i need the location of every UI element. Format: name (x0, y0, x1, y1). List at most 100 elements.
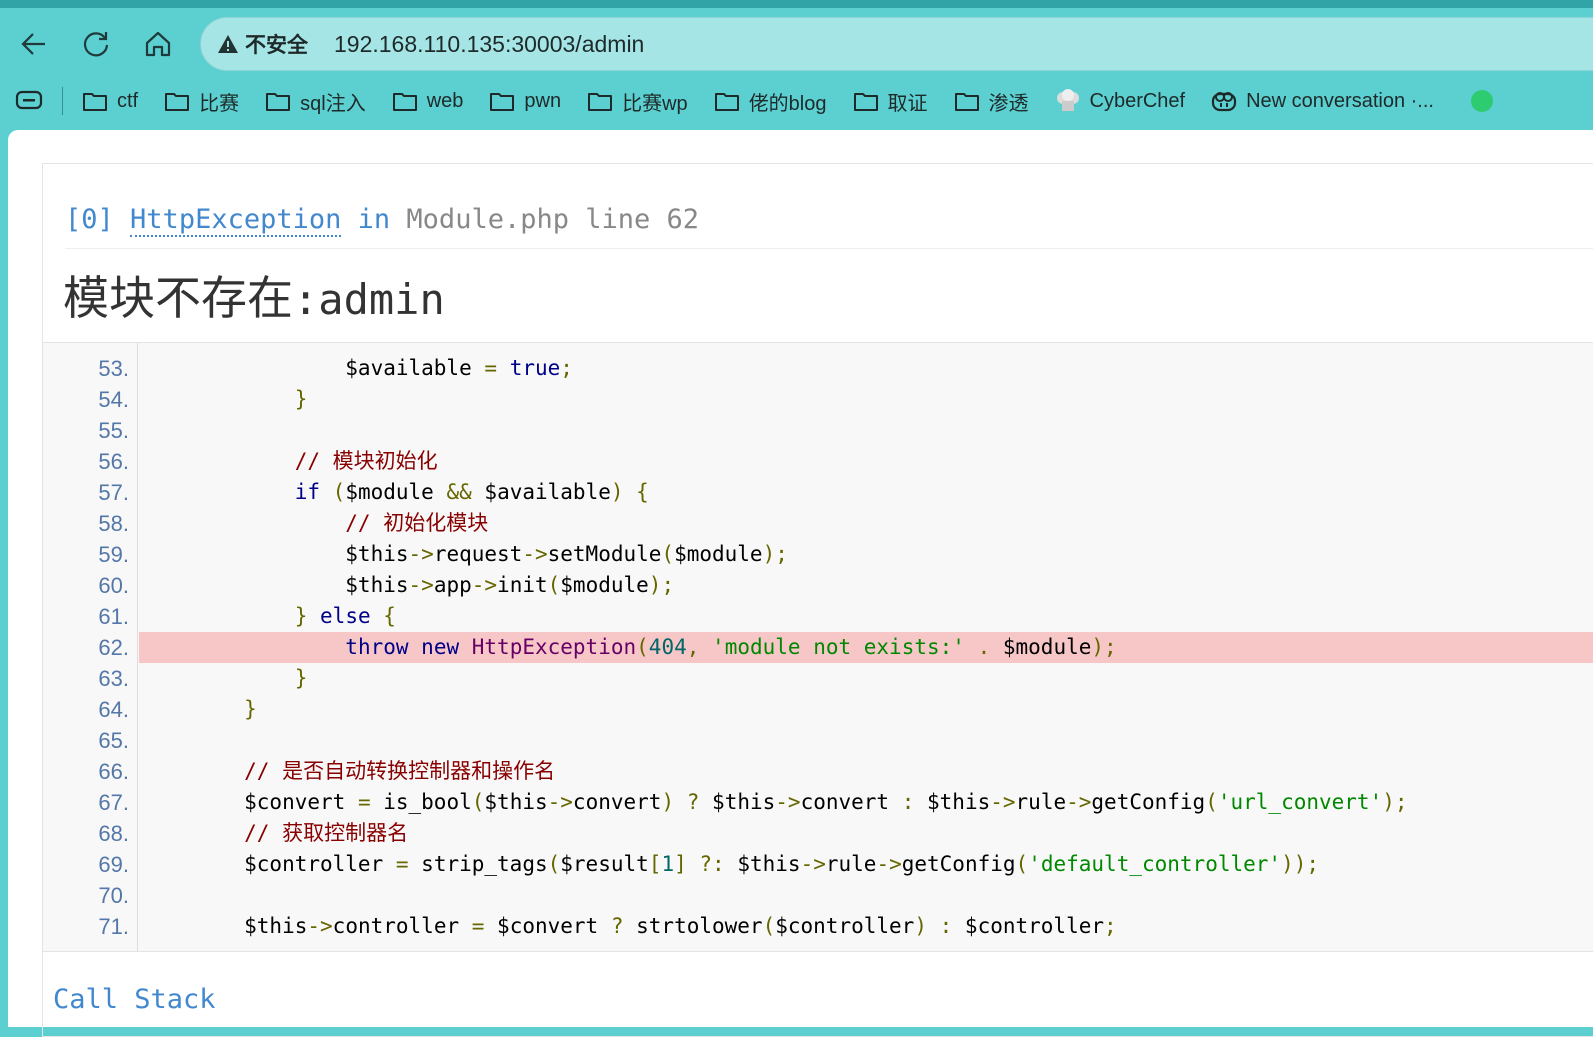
folder-icon (954, 93, 979, 111)
bookmark-label: CyberChef (1089, 89, 1186, 112)
divider (62, 87, 63, 115)
tab-actions-icon[interactable] (14, 89, 44, 113)
code-line: // 是否自动转换控制器和操作名 (139, 756, 1593, 787)
bookmark-new-conversation[interactable]: New conversation ·... (1210, 88, 1434, 114)
bookmark-folder[interactable]: 比赛 (163, 87, 239, 116)
chef-hat-icon (1056, 89, 1079, 111)
call-stack-title: Call Stack (53, 984, 216, 1015)
security-indicator[interactable]: 不安全 (217, 29, 308, 59)
code-token: 'module not exists:' (712, 635, 965, 659)
code-token: $controller (143, 852, 396, 876)
code-token: } (294, 604, 308, 628)
code-token: is_bool (370, 790, 472, 814)
warning-icon (218, 35, 238, 53)
message-module: admin (318, 275, 445, 324)
code-line: // 模块初始化 (139, 446, 1593, 477)
address-bar[interactable]: 不安全 192.168.110.135:30003/admin (200, 17, 1593, 71)
code-token: // 是否自动转换控制器和操作名 (143, 759, 556, 783)
message-text: 模块不存在 (63, 272, 293, 324)
code-token: ( (762, 914, 776, 938)
code-token: 404 (648, 635, 687, 659)
line-number: 64. (98, 697, 129, 722)
arrow-left-icon (21, 33, 45, 55)
bookmark-label: sql注入 (300, 92, 366, 115)
code-token: ( (471, 790, 485, 814)
code-token: convert (800, 790, 902, 814)
url-text[interactable]: 192.168.110.135:30003/admin (334, 31, 644, 58)
highlighted-code-line: throw new HttpException(404, 'module not… (139, 632, 1593, 663)
bookmark-folder[interactable]: 比赛wp (586, 87, 688, 116)
code-token: if (294, 480, 321, 504)
window-top-strip (0, 0, 1593, 8)
code-token: $this (143, 914, 308, 938)
line-number: 58. (98, 511, 129, 536)
line-number: 71. (98, 914, 129, 939)
code-token: = (471, 914, 485, 938)
bookmark-folder[interactable]: web (391, 87, 463, 116)
line-number: 70. (98, 883, 129, 908)
code-token: ( (661, 542, 675, 566)
code-token: // 获取控制器名 (143, 821, 409, 845)
code-line: $this->request->setModule($module); (139, 539, 1593, 570)
extension-icon[interactable] (1470, 90, 1493, 112)
code-token: ( (547, 852, 561, 876)
code-token: ? (686, 790, 700, 814)
line-number: 61. (98, 604, 129, 629)
code-token: init (497, 573, 548, 597)
bookmark-folder[interactable]: 佬的blog (713, 87, 827, 116)
bookmark-folder[interactable]: pwn (488, 87, 561, 116)
code-token: ; (560, 356, 573, 380)
code-token: = (395, 852, 409, 876)
code-token: setModule (547, 542, 662, 566)
in-word: in (357, 204, 391, 235)
page-content: [0] HttpException in Module.php line 62 … (8, 130, 1593, 1037)
code-line: $this->controller = $convert ? strtolowe… (139, 911, 1593, 942)
line-number: 63. (98, 666, 129, 691)
code-token: $this (143, 573, 409, 597)
code-token: ); (1091, 635, 1117, 659)
code-token: [ (648, 852, 662, 876)
code-line: if ($module && $available) { (139, 477, 1593, 508)
bookmark-cyberchef[interactable]: CyberChef (1054, 88, 1186, 114)
code-token: $available (143, 356, 485, 380)
bookmark-folder[interactable]: sql注入 (264, 87, 366, 116)
code-token: ; (1104, 914, 1117, 938)
source-code-block: 53. 54. 55. 56. 57. 58. 59. 60. 61. 62. 63. 64. 65. 6… (43, 342, 1593, 952)
code-token: // 初始化模块 (143, 511, 489, 535)
line-number: 68. (98, 821, 129, 846)
home-button[interactable] (136, 18, 180, 70)
security-label: 不安全 (245, 34, 308, 57)
code-token: ?: (699, 852, 725, 876)
code-token: throw (345, 635, 409, 659)
bookmark-label: pwn (524, 89, 562, 112)
code-token: . (977, 635, 991, 659)
bookmark-folder[interactable]: 取证 (852, 87, 928, 116)
code-line: $convert = is_bool($this->convert) ? $th… (139, 787, 1593, 818)
code-token: ); (762, 542, 788, 566)
code-token: $module (345, 480, 447, 504)
message-separator: : (293, 275, 319, 324)
code-token: $this (143, 542, 409, 566)
bookmark-folder[interactable]: 渗透 (953, 87, 1029, 116)
reload-button[interactable] (74, 18, 118, 70)
code-line: // 初始化模块 (139, 508, 1593, 539)
bookmark-label: 渗透 (988, 92, 1029, 115)
code-token: $this (699, 790, 776, 814)
back-button[interactable] (12, 18, 56, 70)
line-number: 62. (98, 635, 129, 660)
exception-class-link[interactable]: HttpException (130, 204, 342, 237)
code-token: } (294, 387, 308, 411)
code-token: $this (914, 790, 991, 814)
bookmark-folder[interactable]: ctf (81, 87, 138, 116)
reload-icon (83, 32, 109, 57)
line-number: 59. (98, 542, 129, 567)
exception-message: 模块不存在:admin (63, 262, 445, 328)
